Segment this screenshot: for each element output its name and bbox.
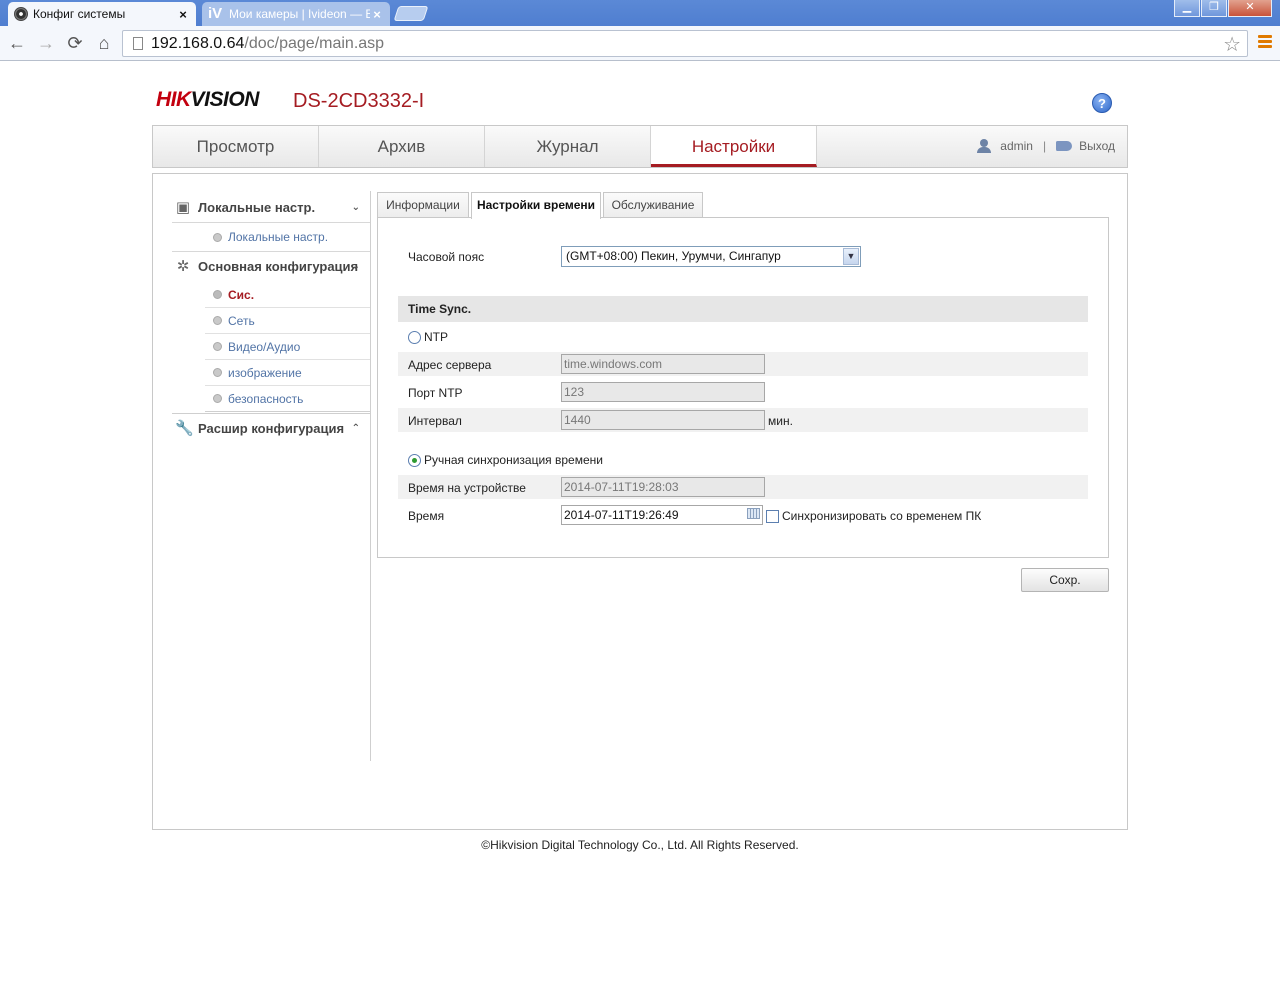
sidebar-group-basic[interactable]: ✲ Основная конфигурация ⌄ bbox=[172, 251, 370, 281]
ntp-port-input[interactable]: 123 bbox=[561, 382, 765, 402]
browser-tab-config[interactable]: Конфиг системы × bbox=[8, 2, 196, 26]
url-host: 192.168.0.64 bbox=[151, 34, 245, 52]
nav-tab-archive[interactable]: Архив bbox=[319, 126, 485, 167]
hikvision-logo: HIKVISION bbox=[156, 88, 259, 111]
sidebar-group-advanced[interactable]: 🔧 Расшир конфигурация ⌃ bbox=[172, 413, 370, 443]
interval-label: Интервал bbox=[408, 414, 462, 428]
wrench-icon: 🔧 bbox=[175, 419, 194, 437]
sidebar-group-label: Расшир конфигурация bbox=[198, 421, 345, 436]
browser-menu-icon[interactable] bbox=[1258, 35, 1272, 50]
chevron-down-icon: ▼ bbox=[843, 248, 859, 265]
sync-pc-checkbox[interactable] bbox=[766, 510, 779, 523]
monitor-icon: ▣ bbox=[175, 198, 191, 216]
user-icon bbox=[977, 139, 992, 153]
bullet-icon bbox=[213, 368, 222, 377]
save-button[interactable]: Сохр. bbox=[1021, 568, 1109, 592]
sidebar-item-image[interactable]: изображение bbox=[205, 360, 370, 386]
sidebar-item-label: Сеть bbox=[228, 313, 255, 328]
interval-unit: мин. bbox=[768, 414, 793, 428]
browser-tab-ivideon[interactable]: iV Мои камеры | Ivideon — Ви × bbox=[202, 2, 390, 26]
window-controls: ▁ ❐ ✕ bbox=[1173, 0, 1272, 17]
user-separator: | bbox=[1042, 139, 1047, 153]
bullet-icon bbox=[213, 316, 222, 325]
browser-toolbar: ← → ⟳ ⌂ 192.168.0.64 /doc/page/main.asp … bbox=[0, 26, 1280, 61]
server-address-input[interactable]: time.windows.com bbox=[561, 354, 765, 374]
logout-icon[interactable] bbox=[1056, 141, 1073, 151]
user-area: admin | Выход bbox=[977, 139, 1115, 153]
sidebar-item-video-audio[interactable]: Видео/Аудио bbox=[205, 334, 370, 360]
nav-tab-settings[interactable]: Настройки bbox=[651, 126, 817, 167]
page-icon bbox=[133, 37, 143, 50]
sidebar-item-label: Локальные настр. bbox=[228, 230, 329, 244]
chevron-down-icon: ⌄ bbox=[351, 202, 360, 213]
bullet-icon bbox=[213, 394, 222, 403]
sidebar-divider bbox=[370, 191, 371, 761]
gear-icon: ✲ bbox=[176, 257, 190, 275]
sidebar-item-label: Видео/Аудио bbox=[228, 339, 301, 354]
interval-input[interactable]: 1440 bbox=[561, 410, 765, 430]
restore-button[interactable]: ❐ bbox=[1201, 0, 1227, 17]
url-path: /doc/page/main.asp bbox=[244, 34, 385, 52]
timezone-select[interactable]: (GMT+08:00) Пекин, Урумчи, Сингапур ▼ bbox=[561, 246, 861, 267]
device-model: DS-2CD3332-I bbox=[293, 90, 425, 112]
bookmark-star-icon[interactable]: ☆ bbox=[1223, 32, 1241, 57]
chevron-down-icon: ⌄ bbox=[351, 261, 360, 272]
time-sync-header: Time Sync. bbox=[398, 296, 1088, 322]
tab-time-settings[interactable]: Настройки времени bbox=[471, 192, 601, 219]
sidebar-group-local[interactable]: ▣ Локальные настр. ⌄ bbox=[172, 193, 370, 223]
device-time-label: Время на устройстве bbox=[408, 481, 526, 495]
browser-titlebar: Конфиг системы × iV Мои камеры | Ivideon… bbox=[0, 0, 1280, 26]
tab-maintenance[interactable]: Обслуживание bbox=[603, 192, 703, 218]
ntp-port-label: Порт NTP bbox=[408, 386, 463, 400]
device-time-input[interactable]: 2014-07-11T19:28:03 bbox=[561, 477, 765, 497]
logout-link[interactable]: Выход bbox=[1079, 139, 1115, 153]
timezone-label: Часовой пояс bbox=[408, 250, 485, 264]
ntp-radio[interactable] bbox=[408, 331, 421, 344]
sync-pc-label: Синхронизировать со временем ПК bbox=[782, 509, 982, 523]
time-input[interactable]: 2014-07-11T19:26:49 bbox=[561, 505, 763, 525]
camera-favicon-icon bbox=[14, 7, 28, 21]
manual-sync-label: Ручная синхронизация времени bbox=[424, 453, 603, 467]
new-tab-button[interactable] bbox=[393, 6, 429, 21]
manual-sync-radio[interactable] bbox=[408, 454, 421, 467]
sidebar-item-label: безопасность bbox=[228, 391, 304, 406]
sidebar-item-local-settings[interactable]: Локальные настр. bbox=[205, 224, 370, 250]
sidebar-item-security[interactable]: безопасность bbox=[205, 386, 370, 412]
username: admin bbox=[1000, 139, 1033, 153]
tab-information[interactable]: Информации bbox=[377, 192, 469, 218]
tab-close-icon[interactable]: × bbox=[176, 7, 190, 22]
time-label: Время bbox=[408, 509, 445, 523]
calendar-icon[interactable] bbox=[747, 508, 760, 519]
close-window-button[interactable]: ✕ bbox=[1228, 0, 1272, 17]
reload-icon[interactable]: ⟳ bbox=[64, 32, 86, 54]
ntp-label: NTP bbox=[424, 330, 448, 344]
sidebar-item-label: изображение bbox=[228, 365, 302, 380]
bullet-icon bbox=[213, 232, 222, 242]
sidebar-item-label: Сис. bbox=[228, 287, 255, 302]
ivideon-favicon-icon: iV bbox=[208, 5, 223, 22]
footer-copyright: ©Hikvision Digital Technology Co., Ltd. … bbox=[481, 838, 799, 852]
help-icon[interactable]: ? bbox=[1092, 93, 1112, 113]
nav-tab-log[interactable]: Журнал bbox=[485, 126, 651, 167]
sidebar-group-label: Основная конфигурация bbox=[198, 259, 359, 274]
timezone-value: (GMT+08:00) Пекин, Урумчи, Сингапур bbox=[566, 249, 781, 263]
minimize-button[interactable]: ▁ bbox=[1174, 0, 1200, 17]
sidebar-item-network[interactable]: Сеть bbox=[205, 308, 370, 334]
home-icon[interactable]: ⌂ bbox=[93, 32, 115, 54]
main-navigation: Просмотр Архив Журнал Настройки admin | … bbox=[152, 125, 1128, 168]
address-bar[interactable]: 192.168.0.64 /doc/page/main.asp ☆ bbox=[122, 30, 1248, 57]
browser-tab-title: Конфиг системы bbox=[33, 7, 126, 21]
nav-tab-preview[interactable]: Просмотр bbox=[153, 126, 319, 167]
bullet-icon bbox=[213, 290, 222, 299]
bullet-icon bbox=[213, 342, 222, 351]
sidebar-group-label: Локальные настр. bbox=[198, 200, 316, 215]
chevron-up-icon: ⌃ bbox=[351, 423, 360, 434]
server-label: Адрес сервера bbox=[408, 358, 492, 372]
forward-arrow-icon[interactable]: → bbox=[35, 32, 57, 54]
back-arrow-icon[interactable]: ← bbox=[6, 32, 28, 54]
tab-close-icon[interactable]: × bbox=[370, 7, 384, 22]
browser-tab-title: Мои камеры | Ivideon — Ви bbox=[229, 7, 370, 21]
sidebar-item-system[interactable]: Сис. bbox=[205, 282, 370, 308]
